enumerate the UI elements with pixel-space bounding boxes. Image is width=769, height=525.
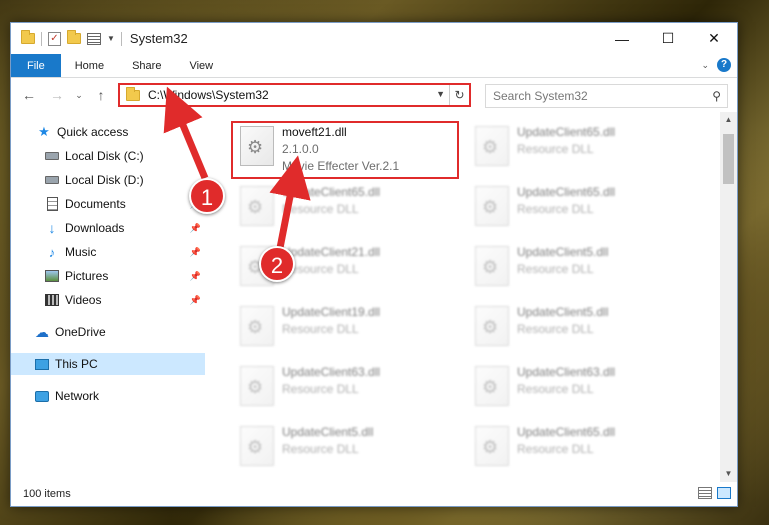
arrow-to-address-bar [163,86,209,180]
arrow-to-file [269,155,311,249]
step-1-badge: 1 [189,178,225,214]
step-2-badge: 2 [259,246,295,282]
annotation-arrows [163,86,311,249]
